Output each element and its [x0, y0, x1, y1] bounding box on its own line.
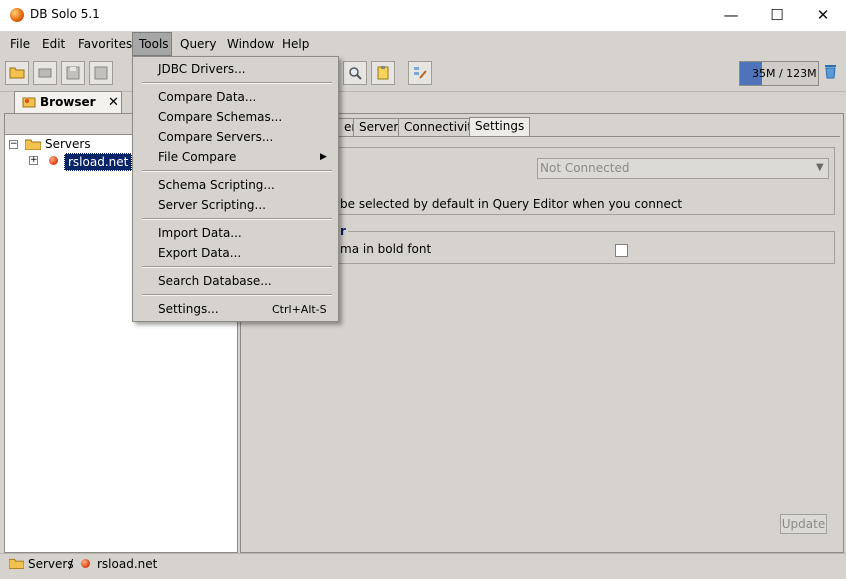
save-all-button[interactable]	[89, 61, 113, 85]
menu-item-jdbc-drivers[interactable]: JDBC Drivers...	[158, 62, 246, 76]
menu-separator	[142, 82, 332, 84]
menu-item-schema-scripting[interactable]: Schema Scripting...	[158, 178, 275, 192]
status-folder-icon	[9, 558, 24, 569]
menu-query[interactable]: Query	[180, 35, 216, 53]
menu-item-compare-data[interactable]: Compare Data...	[158, 90, 256, 104]
submenu-arrow-icon: ▶	[320, 152, 327, 162]
menu-edit[interactable]: Edit	[42, 35, 65, 53]
connection-select[interactable]: Not Connected	[537, 158, 829, 179]
bold-font-label: ma in bold font	[340, 242, 432, 256]
status-breadcrumb-separator: /	[69, 557, 74, 571]
display-group-title: r	[338, 224, 348, 238]
menu-help[interactable]: Help	[282, 35, 309, 53]
tab-browser-close-icon[interactable]: ✕	[108, 95, 119, 110]
menu-window[interactable]: Window	[227, 35, 274, 53]
menu-item-server-scripting[interactable]: Server Scripting...	[158, 198, 266, 212]
search-icon	[349, 67, 362, 80]
save-icon	[66, 66, 80, 80]
chevron-down-icon: ▼	[816, 162, 824, 173]
open-folder-button[interactable]	[5, 61, 29, 85]
status-server-icon	[81, 559, 90, 568]
menu-item-file-compare[interactable]: File Compare	[158, 150, 236, 164]
status-breadcrumb-server[interactable]: rsload.net	[97, 557, 157, 571]
app-logo-icon	[10, 8, 24, 22]
menu-separator	[142, 170, 332, 172]
save-button[interactable]	[61, 61, 85, 85]
menu-item-import-data[interactable]: Import Data...	[158, 226, 242, 240]
menu-item-compare-servers[interactable]: Compare Servers...	[158, 130, 273, 144]
browser-tab-icon	[22, 97, 36, 108]
tab-settings[interactable]: Settings	[469, 117, 531, 136]
trash-icon[interactable]	[824, 64, 837, 83]
minimize-button[interactable]: —	[708, 0, 754, 31]
menu-item-export-data[interactable]: Export Data...	[158, 246, 241, 260]
status-breadcrumb-servers[interactable]: Servers	[28, 557, 74, 571]
tree-item-servers[interactable]: Servers	[45, 137, 91, 151]
memory-text: 35M / 123M	[752, 67, 817, 80]
tab-browser-label: Browser	[40, 95, 96, 109]
menu-item-search-database[interactable]: Search Database...	[158, 274, 272, 288]
tree-collapse-icon[interactable]: −	[9, 140, 18, 149]
maximize-button[interactable]: ☐	[754, 0, 800, 31]
search-button[interactable]	[343, 61, 367, 85]
menu-favorites[interactable]: Favorites	[78, 35, 132, 53]
settings-shortcut-label: Ctrl+Alt-S	[272, 303, 327, 316]
clipboard-button[interactable]	[371, 61, 395, 85]
settings-edit-button[interactable]	[408, 61, 432, 85]
menu-item-compare-schemas[interactable]: Compare Schemas...	[158, 110, 282, 124]
server-icon	[49, 156, 58, 165]
clipboard-icon	[377, 66, 389, 80]
update-button[interactable]: Update	[780, 514, 827, 534]
menu-tools[interactable]: Tools	[139, 35, 169, 53]
save-all-icon	[94, 66, 108, 80]
menu-file[interactable]: File	[10, 35, 30, 53]
bold-font-checkbox[interactable]	[615, 244, 628, 257]
menu-item-settings[interactable]: Settings...	[158, 302, 219, 316]
tree-item-rsload[interactable]: rsload.net	[64, 153, 133, 171]
menu-separator	[142, 266, 332, 268]
memory-indicator[interactable]: 35M / 123M	[739, 61, 819, 86]
menu-separator	[142, 218, 332, 220]
tab-server[interactable]: Server	[353, 118, 405, 136]
folder-icon	[25, 139, 41, 150]
connect-button[interactable]	[33, 61, 57, 85]
settings-edit-icon	[414, 67, 427, 79]
connect-icon	[38, 68, 52, 78]
menu-separator	[142, 294, 332, 296]
close-button[interactable]: ✕	[800, 0, 846, 31]
default-schema-description: be selected by default in Query Editor w…	[340, 197, 683, 211]
open-folder-icon	[9, 67, 25, 79]
window-title: DB Solo 5.1	[30, 7, 100, 21]
tree-expand-icon[interactable]: +	[29, 156, 38, 165]
